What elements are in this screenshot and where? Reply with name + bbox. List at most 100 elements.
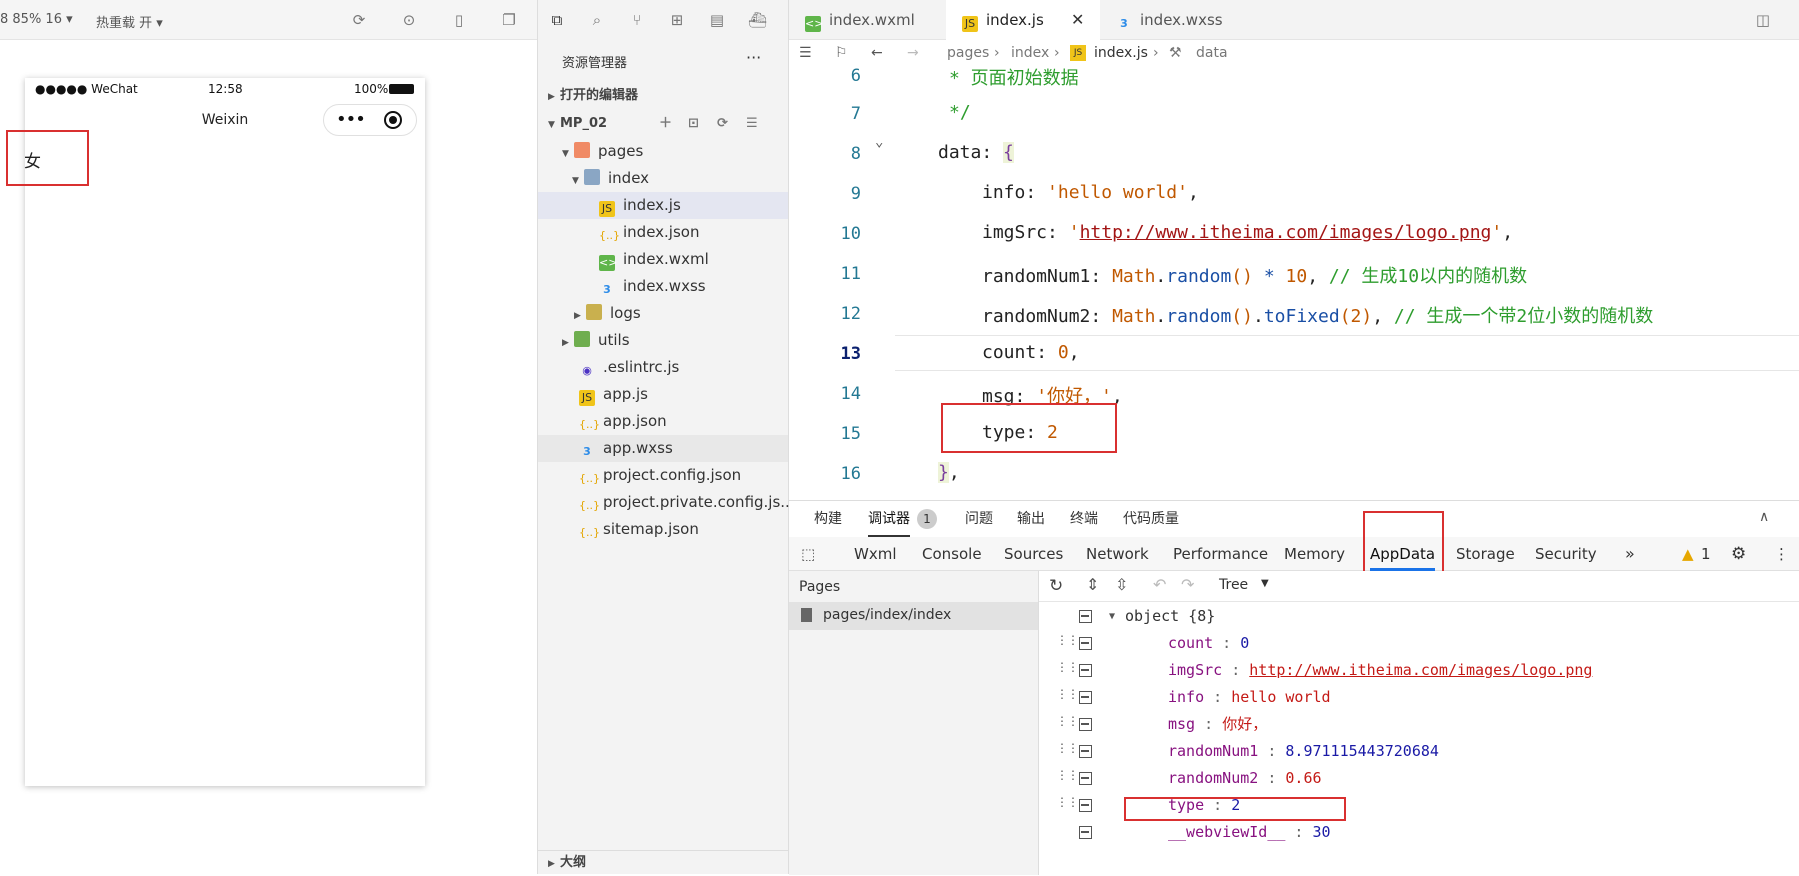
breadcrumb-data[interactable]: data [1196, 40, 1228, 66]
git-branch-icon[interactable]: ⑂ [628, 11, 646, 29]
tab-build[interactable]: 构建 [814, 501, 842, 537]
tree-item-label: .eslintrc.js [603, 358, 680, 376]
tree-item-app-json[interactable]: {..} app.json [538, 408, 788, 435]
tree-item-pages[interactable]: ▼ pages [538, 138, 788, 165]
line-number: 6 [850, 66, 861, 86]
kebab-menu-icon[interactable]: ⋮ [1774, 537, 1789, 571]
breadcrumb-file[interactable]: index.js [1094, 40, 1148, 66]
more-icon[interactable]: ··· [746, 48, 761, 67]
docker-icon[interactable]: ⛴ [748, 11, 767, 29]
tab-problems[interactable]: 问题 [965, 501, 993, 537]
stop-icon[interactable]: ⊙ [400, 11, 418, 29]
zoom-select[interactable]: 8 85% 16 ▾ [0, 12, 73, 27]
bookmark-icon[interactable]: ⚐ [835, 40, 848, 66]
view-mode-select[interactable]: Tree [1219, 577, 1248, 593]
warning-count[interactable]: 1 [1701, 537, 1711, 571]
undo-icon[interactable]: ↶ [1153, 575, 1166, 594]
tree-row-imgsrc[interactable]: ⋮⋮ imgSrc : http://www.itheima.com/image… [1039, 657, 1799, 684]
refresh-tree-icon[interactable]: ⟳ [717, 110, 728, 137]
extensions-icon[interactable]: ⊞ [668, 11, 686, 29]
tab-performance[interactable]: Performance [1173, 537, 1268, 571]
close-tab-icon[interactable]: ✕ [1071, 0, 1084, 40]
project-section[interactable]: ▼ MP_02 ＋ ⊡ ⟳ ☰ [538, 110, 788, 137]
tab-security[interactable]: Security [1535, 537, 1597, 571]
window-icon[interactable]: ❐ [500, 11, 518, 29]
tree-item-app-wxss[interactable]: 3 app.wxss [538, 435, 788, 462]
tree-item-sitemap[interactable]: {..} sitemap.json [538, 516, 788, 543]
js-file-icon: JS [1070, 45, 1086, 61]
tab-code-quality[interactable]: 代码质量 [1123, 501, 1179, 537]
hot-reload-toggle[interactable]: 热重载 开 ▾ [96, 12, 163, 31]
new-file-icon[interactable]: ＋ [659, 110, 672, 137]
tree-item-index-wxml[interactable]: <> index.wxml [538, 246, 788, 273]
tree-item-index[interactable]: ▼ index [538, 165, 788, 192]
more-tabs-icon[interactable]: » [1625, 537, 1635, 571]
dropdown-icon[interactable]: ▼ [1261, 578, 1269, 589]
devtools-tabs: ⬚ Wxml Console Sources Network Performan… [789, 537, 1799, 571]
back-icon[interactable]: ← [871, 40, 883, 66]
expand-all-icon[interactable]: ⇕ [1086, 575, 1099, 594]
folder-open-icon [584, 169, 600, 185]
tree-root-row[interactable]: ▼ object {8} [1039, 603, 1799, 630]
refresh-icon[interactable]: ↻ [1049, 576, 1063, 596]
breadcrumb-pages[interactable]: pages [947, 40, 989, 66]
tab-network[interactable]: Network [1086, 537, 1149, 571]
collapse-icon[interactable]: ☰ [746, 110, 758, 137]
line-number: 9 [850, 184, 861, 204]
eslint-file-icon: ◉ [582, 364, 592, 377]
outline-section[interactable]: ▶ 大纲 [538, 850, 788, 874]
tree-item-project-config[interactable]: {..} project.config.json [538, 462, 788, 489]
more-dots-icon[interactable]: ••• [336, 109, 366, 130]
wxml-file-icon: <> [599, 255, 618, 271]
page-item[interactable]: pages/index/index [789, 602, 1038, 630]
tab-memory[interactable]: Memory [1284, 537, 1345, 571]
redo-icon[interactable]: ↷ [1181, 575, 1194, 594]
open-editors-section[interactable]: ▶ 打开的编辑器 [538, 82, 788, 109]
pages-panel: Pages pages/index/index [789, 571, 1039, 875]
expand-caret-icon[interactable]: ▼ [1109, 603, 1115, 630]
tree-row-info[interactable]: ⋮⋮ info : hello world [1039, 684, 1799, 711]
tab-wxml[interactable]: Wxml [854, 537, 897, 571]
tree-item-eslintrc[interactable]: ◉ .eslintrc.js [538, 354, 788, 381]
tree-item-logs[interactable]: ▶ logs [538, 300, 788, 327]
split-editor-icon[interactable]: ◫ [1754, 11, 1772, 29]
collapse-up-icon[interactable]: ∧ [1759, 509, 1769, 525]
tab-terminal[interactable]: 终端 [1070, 501, 1098, 537]
tab-index-wxml[interactable]: <> index.wxml [789, 0, 946, 40]
close-circle-icon[interactable] [384, 111, 402, 129]
tab-storage[interactable]: Storage [1456, 537, 1515, 571]
refresh-icon[interactable]: ⟳ [350, 11, 368, 29]
menu-capsule[interactable]: ••• [323, 104, 417, 136]
tree-item-project-private-config[interactable]: {..} project.private.config.js... [538, 489, 795, 516]
files-icon[interactable]: ⧉ [548, 11, 566, 29]
tree-item-index-js[interactable]: JS index.js [538, 192, 788, 219]
tab-debugger[interactable]: 调试器 [868, 501, 910, 537]
tree-item-utils[interactable]: ▶ utils [538, 327, 788, 354]
tab-index-wxss[interactable]: 3 index.wxss [1100, 0, 1250, 40]
tab-sources[interactable]: Sources [1004, 537, 1063, 571]
tree-row-count[interactable]: ⋮⋮ count : 0 [1039, 630, 1799, 657]
carrier-label: ●●●●● WeChat [35, 82, 138, 96]
inspect-cursor-icon[interactable]: ⬚ [801, 545, 815, 563]
collapse-all-icon[interactable]: ⇳ [1115, 575, 1128, 594]
tree-item-index-wxss[interactable]: 3 index.wxss [538, 273, 788, 300]
highlight-box-type-code [941, 403, 1117, 453]
forward-icon[interactable]: → [907, 40, 919, 66]
tree-row-randomnum1[interactable]: ⋮⋮ randomNum1 : 8.971115443720684 [1039, 738, 1799, 765]
phone-icon[interactable]: ▯ [450, 11, 468, 29]
tree-item-app-js[interactable]: JS app.js [538, 381, 788, 408]
tab-output[interactable]: 输出 [1017, 501, 1045, 537]
settings-gear-icon[interactable]: ⚙ [1731, 537, 1746, 571]
tab-index-js[interactable]: JS index.js ✕ [946, 0, 1100, 40]
tree-row-randomnum2[interactable]: ⋮⋮ randomNum2 : 0.66 [1039, 765, 1799, 792]
search-icon[interactable]: ⌕ [588, 11, 606, 29]
tree-row-webviewid[interactable]: __webviewId__ : 30 [1039, 819, 1799, 846]
list-icon[interactable]: ☰ [799, 40, 812, 66]
tab-console[interactable]: Console [922, 537, 982, 571]
new-folder-icon[interactable]: ⊡ [688, 110, 699, 137]
breadcrumb-index[interactable]: index [1011, 40, 1049, 66]
debug-icon[interactable]: ▤ [708, 11, 726, 29]
tree-item-index-json[interactable]: {..} index.json [538, 219, 788, 246]
tree-row-msg[interactable]: ⋮⋮ msg : 你好， [1039, 711, 1799, 738]
fold-chevron-icon[interactable]: ⌄ [875, 134, 883, 150]
